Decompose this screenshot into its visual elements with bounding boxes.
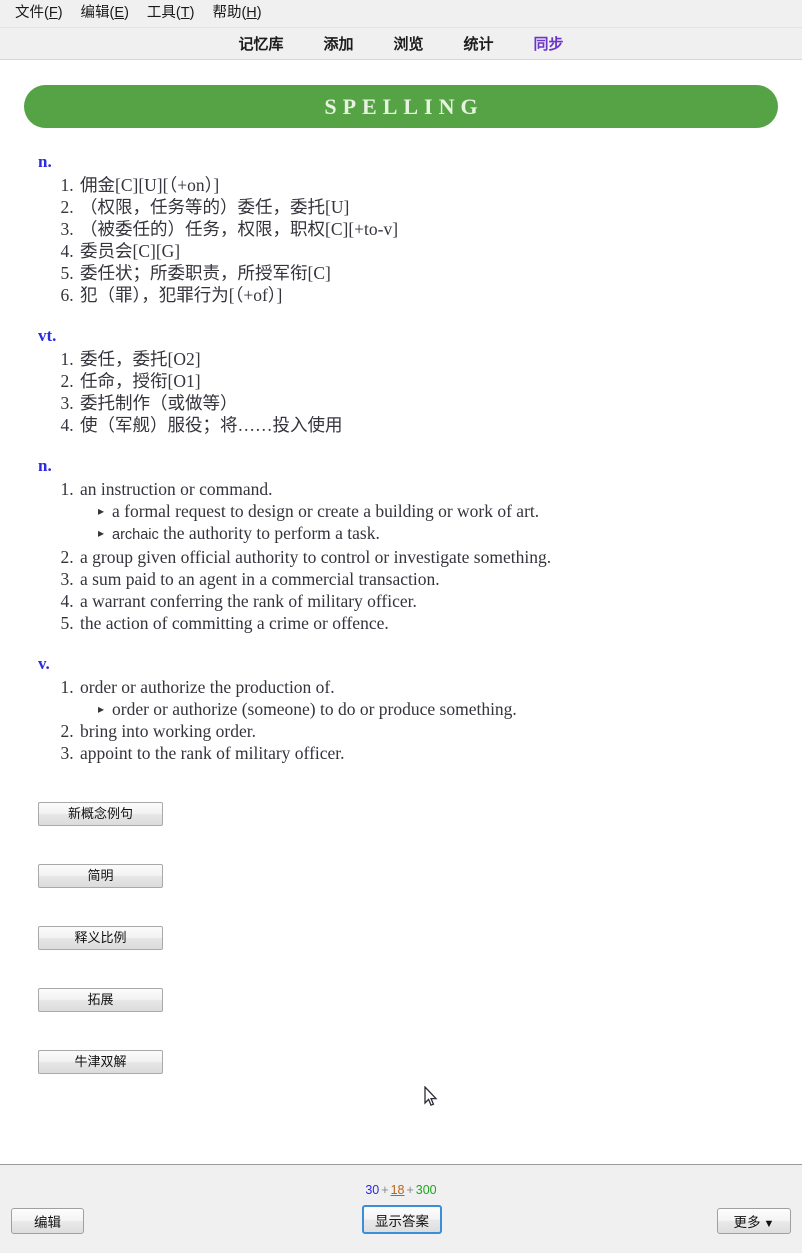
card-content-area: SPELLING n. 佣金[C][U][（+on）] （权限，任务等的）委任，… (0, 62, 802, 1164)
bottom-bar: 30 +18 +300 编辑 显示答案 更多 ▼ (0, 1164, 802, 1253)
spelling-banner: SPELLING (24, 85, 778, 128)
concise-button[interactable]: 简明 (38, 864, 163, 888)
nav-link-add[interactable]: 添加 (323, 33, 353, 54)
review-count[interactable]: 300 (416, 1183, 437, 1197)
sense-item: （被委任的）任务，权限，职权[C][+to-v] (78, 218, 778, 240)
pos-label-noun-en: n. (38, 456, 52, 475)
oxford-bilingual-button[interactable]: 牛津双解 (38, 1050, 163, 1074)
menu-item-edit-accel: E (114, 4, 125, 21)
study-counts: 30 +18 +300 (0, 1183, 802, 1197)
count-separator-2: + (406, 1183, 414, 1197)
count-separator-1: + (381, 1183, 389, 1197)
definitions-container: n. 佣金[C][U][（+on）] （权限，任务等的）委任，委托[U] （被委… (0, 152, 802, 764)
more-button[interactable]: 更多 ▼ (717, 1208, 791, 1234)
menu-item-tools-label: 工具 (146, 4, 176, 21)
menu-item-help[interactable]: 帮助(H) (205, 4, 272, 23)
sense-item: 委任状；所委职责，所授军衔[C] (78, 262, 778, 284)
sense-item: a group given official authority to cont… (78, 546, 778, 568)
menu-item-edit-label: 编辑 (80, 4, 110, 21)
sense-text: an instruction or command. (80, 479, 273, 499)
sub-sense-item: order or authorize (someone) to do or pr… (98, 698, 778, 720)
expand-button[interactable]: 拓展 (38, 988, 163, 1012)
pos-label-verb-en: v. (38, 654, 50, 673)
sense-list-noun-en: an instruction or command. a formal requ… (24, 478, 778, 634)
sense-item: an instruction or command. a formal requ… (78, 478, 778, 546)
menu-bar: 文件(F) 编辑(E) 工具(T) 帮助(H) (0, 0, 802, 27)
sub-sense-list: order or authorize (someone) to do or pr… (80, 698, 778, 720)
sense-item: 任命，授衔[O1] (78, 370, 778, 392)
sub-sense-list: a formal request to design or create a b… (80, 500, 778, 546)
nav-link-decks[interactable]: 记忆库 (238, 33, 283, 54)
sense-item: 委托制作（或做等） (78, 392, 778, 414)
extra-card-buttons: 新概念例句 简明 释义比例 拓展 牛津双解 (38, 802, 802, 1074)
sub-sense-text: order or authorize (someone) to do or pr… (112, 699, 517, 719)
menu-item-tools[interactable]: 工具(T) (140, 4, 206, 23)
nav-bar: 记忆库 添加 浏览 统计 同步 (0, 27, 802, 60)
usage-tag: archaic (112, 527, 159, 543)
menu-item-help-accel: H (246, 4, 257, 21)
sense-list-verb-en: order or authorize the production of. or… (24, 676, 778, 764)
menu-item-file-accel: F (48, 4, 58, 21)
menu-item-file[interactable]: 文件(F) (8, 4, 74, 23)
chevron-down-icon: ▼ (763, 1218, 775, 1230)
sense-item: appoint to the rank of military officer. (78, 742, 778, 764)
sense-ratio-button[interactable]: 释义比例 (38, 926, 163, 950)
pos-label-noun-cn: n. (38, 152, 52, 171)
sense-text: order or authorize the production of. (80, 677, 335, 697)
sense-item: order or authorize the production of. or… (78, 676, 778, 720)
spelling-banner-title: SPELLING (324, 93, 484, 119)
show-answer-button[interactable]: 显示答案 (362, 1205, 442, 1234)
nav-link-sync[interactable]: 同步 (534, 33, 564, 54)
sub-sense-text: a formal request to design or create a b… (112, 501, 540, 521)
menu-item-file-label: 文件 (15, 4, 44, 21)
nce-examples-button[interactable]: 新概念例句 (38, 802, 163, 826)
sense-list-vt-cn: 委任，委托[O2] 任命，授衔[O1] 委托制作（或做等） 使（军舰）服役；将…… (24, 348, 778, 436)
nav-link-stats[interactable]: 统计 (464, 33, 494, 54)
sense-item: the action of committing a crime or offe… (78, 612, 778, 634)
nav-link-browse[interactable]: 浏览 (393, 33, 423, 54)
sense-item: 犯（罪），犯罪行为[（+of）] (78, 284, 778, 306)
menu-item-edit[interactable]: 编辑(E) (74, 4, 140, 23)
sub-sense-item: a formal request to design or create a b… (98, 500, 778, 522)
sense-list-noun-cn: 佣金[C][U][（+on）] （权限，任务等的）委任，委托[U] （被委任的）… (24, 174, 778, 306)
sense-item: 委员会[C][G] (78, 240, 778, 262)
sense-item: a warrant conferring the rank of militar… (78, 590, 778, 612)
sub-sense-item: archaic the authority to perform a task. (98, 522, 778, 546)
app-window: 文件(F) 编辑(E) 工具(T) 帮助(H) 记忆库 添加 浏览 统计 同步 … (0, 0, 802, 1253)
pos-label-vt-cn: vt. (38, 326, 57, 345)
new-count[interactable]: 30 (365, 1183, 379, 1197)
sense-item: 使（军舰）服役；将……投入使用 (78, 414, 778, 436)
more-button-label: 更多 (733, 1215, 761, 1230)
sense-item: 委任，委托[O2] (78, 348, 778, 370)
menu-item-help-label: 帮助 (212, 4, 242, 21)
learning-count[interactable]: 18 (391, 1183, 405, 1197)
sub-sense-text: the authority to perform a task. (163, 523, 380, 543)
edit-button[interactable]: 编辑 (11, 1208, 84, 1234)
menu-item-tools-accel: T (180, 4, 190, 21)
sense-item: bring into working order. (78, 720, 778, 742)
sense-item: 佣金[C][U][（+on）] (78, 174, 778, 196)
sense-item: （权限，任务等的）委任，委托[U] (78, 196, 778, 218)
sense-item: a sum paid to an agent in a commercial t… (78, 568, 778, 590)
